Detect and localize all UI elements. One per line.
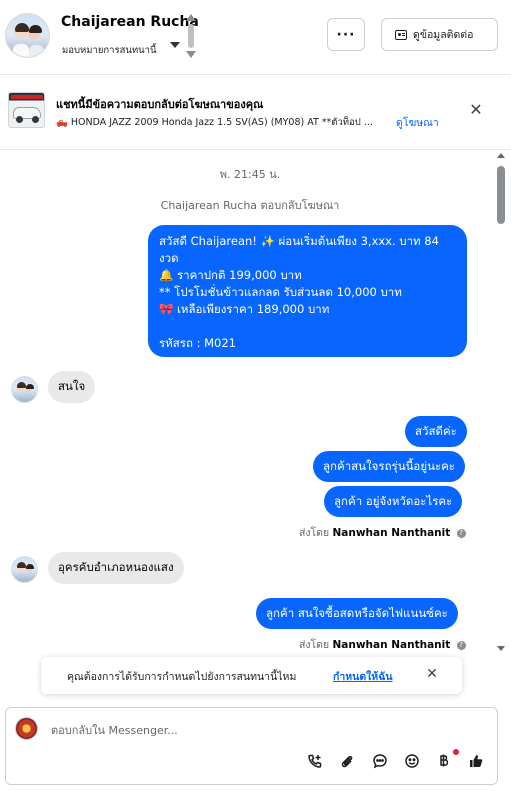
message-line: ** โปรโมชั่นข้าวแลกลด รับส่วนลด 10,000 บ… xyxy=(159,285,402,299)
header-scroll-control[interactable] xyxy=(186,14,196,58)
sender-avatar[interactable] xyxy=(11,376,38,403)
contact-card-icon xyxy=(395,29,407,40)
reply-input[interactable]: ตอบกลับใน Messenger... xyxy=(51,721,178,739)
incoming-message-bubble[interactable]: อุครคับอำเภอหนองแสง xyxy=(48,552,184,584)
smiley-icon[interactable] xyxy=(403,752,421,770)
scroll-thumb[interactable] xyxy=(497,166,505,224)
message-timestamp: พ. 21:45 น. xyxy=(219,168,281,181)
phone-plus-icon[interactable] xyxy=(306,752,324,770)
conversation-header: Chaijarean Rucha มอบหมายการสนทนานี้ ··· … xyxy=(0,0,511,74)
assign-prompt: คุณต้องการได้รับการกำหนดไปยังการสนทนานี้… xyxy=(41,657,462,694)
ad-description: 🛻 HONDA JAZZ 2009 Honda Jazz 1.5 SV(AS) … xyxy=(56,117,373,128)
incoming-message-bubble[interactable]: สนใจ xyxy=(48,371,96,403)
outgoing-message-bubble[interactable]: ลูกค้า อยู่จังหวัดอะไรคะ xyxy=(324,486,463,517)
sent-by-label: ส่งโดย Nanwhan Nanthanit ? xyxy=(299,636,466,653)
header-scroll-thumb[interactable] xyxy=(188,24,194,48)
message-line: 🎀 เหลือเพียงราคา 189,000 บาท xyxy=(159,302,330,316)
paperclip-icon[interactable] xyxy=(338,752,356,770)
message-line: งวด xyxy=(159,251,179,265)
notification-dot xyxy=(453,749,459,755)
view-contact-info-label: ดูข้อมูลติดต่อ xyxy=(413,29,474,41)
ad-reply-note: Chaijarean Rucha ตอบกลับโฆษณา xyxy=(160,199,340,212)
message-line-blank xyxy=(159,318,456,335)
scroll-down-icon[interactable] xyxy=(497,646,505,651)
ad-auto-message-bubble[interactable]: สวัสดี Chaijarean! ✨ ผ่อนเริ่มต้นเพียง 3… xyxy=(148,225,467,357)
view-contact-info-button[interactable]: ดูข้อมูลติดต่อ xyxy=(381,18,498,51)
ad-thumbnail[interactable] xyxy=(8,92,45,128)
outgoing-message-bubble[interactable]: ลูกค้า สนใจซื้อสดหรือจัดไฟแนนซ์คะ xyxy=(256,598,458,629)
message-line: รหัสรถ : M021 xyxy=(159,336,236,350)
thumbs-up-icon[interactable] xyxy=(467,752,485,770)
close-icon[interactable]: ✕ xyxy=(424,666,440,682)
contact-name[interactable]: Chaijarean Rucha xyxy=(61,14,199,30)
info-icon[interactable]: ? xyxy=(456,640,466,650)
arrow-up-icon[interactable] xyxy=(186,14,196,21)
page-avatar xyxy=(15,717,38,740)
sent-by-prefix: ส่งโดย xyxy=(299,639,330,651)
scroll-up-icon[interactable] xyxy=(497,153,505,158)
assign-prompt-text: คุณต้องการได้รับการกำหนดไปยังการสนทนานี้… xyxy=(67,671,297,683)
ad-reply-banner: แชทนี้มีข้อความตอบกลับต่อโฆษณาของคุณ 🛻 H… xyxy=(0,75,511,149)
arrow-down-icon[interactable] xyxy=(186,51,196,58)
outgoing-message-bubble[interactable]: สวัสดีค่ะ xyxy=(405,416,467,447)
thread-scrollbar[interactable] xyxy=(495,150,507,658)
assign-to-me-link[interactable]: กำหนดให้ฉัน xyxy=(333,668,393,685)
view-ad-link[interactable]: ดูโฆษณา xyxy=(396,114,439,131)
message-line: สวัสดี Chaijarean! ✨ ผ่อนเริ่มต้นเพียง 3… xyxy=(159,234,439,248)
outgoing-message-bubble[interactable]: ลูกค้าสนใจรถรุ่นนี้อยู่นะคะ xyxy=(313,451,465,482)
sent-by-prefix: ส่งโดย xyxy=(299,527,330,539)
ad-banner-title: แชทนี้มีข้อความตอบกลับต่อโฆษณาของคุณ xyxy=(56,98,264,111)
chat-bubble-icon[interactable] xyxy=(371,752,389,770)
sender-avatar[interactable] xyxy=(11,556,38,583)
baht-icon[interactable] xyxy=(435,752,453,770)
message-composer[interactable]: ตอบกลับใน Messenger... xyxy=(5,707,498,785)
assign-conversation-label[interactable]: มอบหมายการสนทนานี้ xyxy=(62,43,157,58)
sent-by-name: Nanwhan Nanthanit xyxy=(332,639,451,651)
message-line: 🔔 ราคาปกติ 199,000 บาท xyxy=(159,268,302,282)
contact-avatar[interactable] xyxy=(5,13,50,58)
chevron-down-icon[interactable] xyxy=(170,42,180,48)
close-icon[interactable]: ✕ xyxy=(467,101,485,119)
info-icon[interactable]: ? xyxy=(456,528,466,538)
sent-by-label: ส่งโดย Nanwhan Nanthanit ? xyxy=(299,524,466,541)
more-options-button[interactable]: ··· xyxy=(327,18,365,51)
sent-by-name: Nanwhan Nanthanit xyxy=(332,527,451,539)
